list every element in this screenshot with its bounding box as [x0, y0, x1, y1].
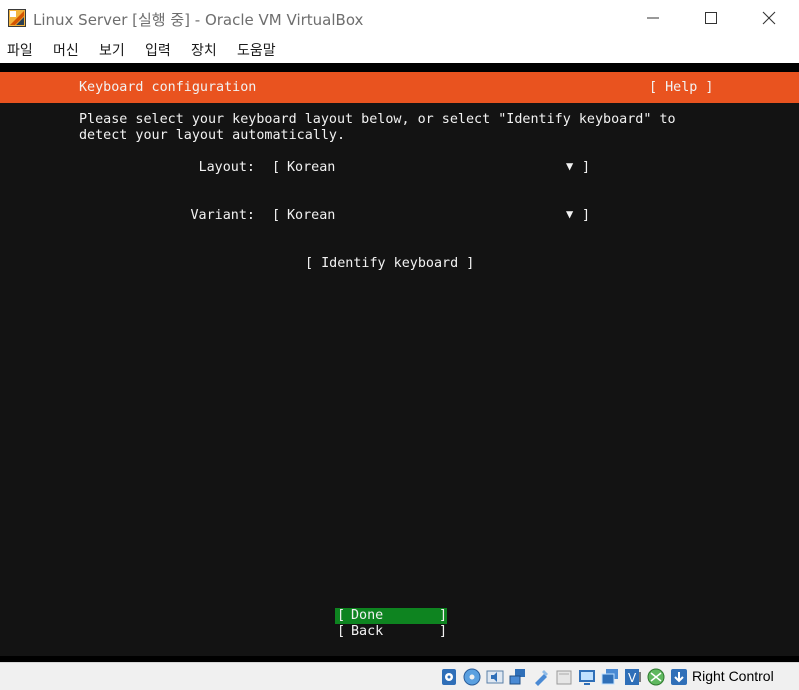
maximize-button[interactable]: [682, 0, 740, 36]
done-button[interactable]: [ Done ]: [335, 608, 447, 624]
menu-input[interactable]: 입력: [145, 40, 171, 60]
bracket-close: ]: [439, 624, 448, 639]
layout-select[interactable]: [ Korean ▼ ]: [272, 159, 591, 178]
virtualbox-app-icon[interactable]: [7, 8, 27, 28]
variant-select[interactable]: [ Korean ▼ ]: [272, 207, 591, 226]
installer-console: Keyboard configuration [ Help ] Please s…: [0, 72, 799, 656]
menu-view[interactable]: 보기: [99, 40, 125, 60]
description-line-2: detect your layout automatically.: [79, 128, 346, 143]
layout-label: Layout:: [198, 160, 255, 175]
installer-header: Keyboard configuration [ Help ]: [0, 72, 799, 103]
bracket-close: ]: [582, 208, 591, 223]
layout-value: Korean: [287, 160, 336, 175]
vm-display[interactable]: Keyboard configuration [ Help ] Please s…: [0, 63, 799, 662]
virtualization-icon[interactable]: V: [624, 668, 642, 686]
back-button[interactable]: [ Back ]: [335, 624, 447, 640]
variant-label: Variant:: [190, 208, 256, 223]
host-key-label: Right Control: [692, 668, 774, 684]
bracket-open: [: [272, 160, 281, 175]
variant-value: Korean: [287, 208, 336, 223]
svg-text:V: V: [628, 671, 637, 685]
bracket-open: [: [272, 208, 281, 223]
title-bar: Linux Server [실행 중] - Oracle VM VirtualB…: [0, 0, 799, 36]
minimize-button[interactable]: [624, 0, 682, 36]
done-label: Done: [351, 608, 384, 623]
menu-devices[interactable]: 장치: [191, 40, 217, 60]
menu-machine[interactable]: 머신: [53, 40, 79, 60]
status-bar: V Right Control: [0, 662, 799, 690]
maximize-icon: [705, 12, 717, 24]
bracket-open: [: [337, 608, 346, 623]
bracket-open: [: [337, 624, 346, 639]
display-icon[interactable]: [578, 668, 596, 686]
network-icon[interactable]: [509, 668, 527, 686]
video-capture-icon[interactable]: [601, 668, 619, 686]
close-button[interactable]: [740, 0, 798, 36]
hard-disk-icon[interactable]: [440, 668, 458, 686]
dropdown-arrow-icon: ▼: [566, 159, 574, 173]
minimize-icon: [647, 17, 659, 19]
identify-keyboard-button[interactable]: [ Identify keyboard ]: [305, 256, 474, 271]
keyboard-capture-icon[interactable]: [670, 668, 688, 686]
usb-icon[interactable]: [532, 668, 550, 686]
page-title: Keyboard configuration: [79, 80, 257, 95]
description-line-1: Please select your keyboard layout below…: [79, 112, 676, 127]
audio-icon[interactable]: [486, 668, 504, 686]
window-title: Linux Server [실행 중] - Oracle VM VirtualB…: [33, 11, 364, 29]
back-label: Back: [351, 624, 384, 639]
menu-file[interactable]: 파일: [7, 40, 33, 60]
menu-bar: 파일 머신 보기 입력 장치 도움말: [0, 36, 799, 63]
close-icon: [762, 11, 776, 25]
mouse-integration-icon[interactable]: [647, 668, 665, 686]
menu-help[interactable]: 도움말: [237, 40, 276, 60]
shared-folders-icon[interactable]: [555, 668, 573, 686]
help-button[interactable]: [ Help ]: [649, 80, 714, 95]
dropdown-arrow-icon: ▼: [566, 207, 574, 221]
optical-drive-icon[interactable]: [463, 668, 481, 686]
bracket-close: ]: [582, 160, 591, 175]
bracket-close: ]: [439, 608, 448, 623]
